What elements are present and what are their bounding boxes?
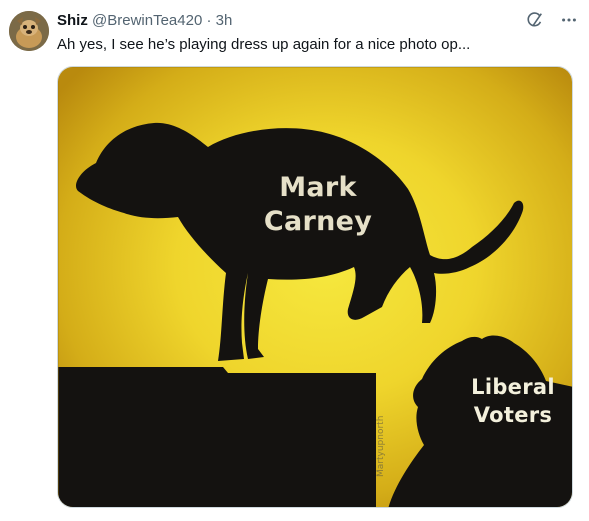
separator: · (206, 12, 212, 29)
meme-illustration (58, 67, 572, 507)
avatar[interactable] (9, 11, 49, 51)
label-mark-carney: Mark Carney (228, 171, 408, 239)
tweet-actions (525, 10, 579, 30)
timestamp[interactable]: 3h (216, 12, 233, 29)
label-mark-carney-line2: Carney (263, 206, 373, 237)
tweet-text: Ah yes, I see he’s playing dress up agai… (57, 36, 471, 53)
label-liberal-voters-line1: Liberal (471, 375, 555, 399)
avatar-image (9, 11, 49, 51)
author-handle[interactable]: @BrewinTea420 (92, 12, 202, 29)
label-liberal-voters-line2: Voters (473, 403, 553, 427)
more-options-icon[interactable] (559, 10, 579, 30)
tweet-media-image[interactable]: Mark Carney Liberal Voters Martyupnorth (57, 66, 573, 508)
label-mark-carney-line1: Mark (279, 172, 357, 203)
grok-icon[interactable] (525, 10, 545, 30)
label-liberal-voters: Liberal Voters (438, 373, 572, 429)
tweet[interactable]: Shiz @BrewinTea420 · 3h Ah yes, I see he… (0, 0, 589, 521)
author-name[interactable]: Shiz (57, 12, 88, 29)
tweet-header: Shiz @BrewinTea420 · 3h (57, 11, 232, 31)
watermark: Martyupnorth (376, 415, 386, 477)
